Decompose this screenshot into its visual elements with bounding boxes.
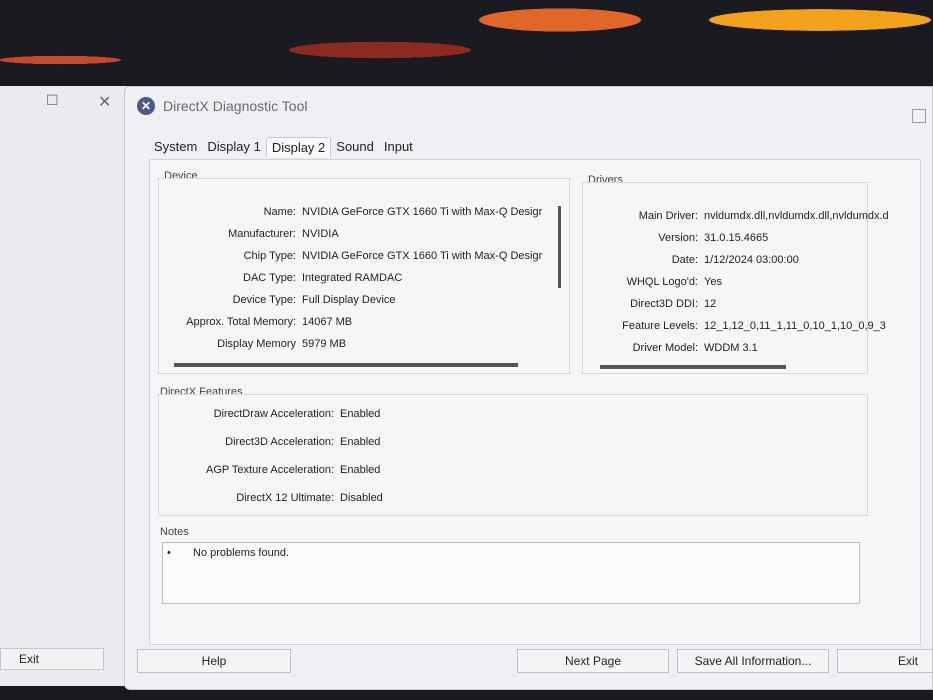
feature-row-directdraw: DirectDraw Acceleration: Enabled	[213, 408, 381, 420]
tab-input[interactable]: Input	[379, 137, 418, 157]
directx-x-icon: ✕	[137, 97, 155, 115]
feature-row-direct3d: Direct3D Acceleration: Enabled	[225, 436, 381, 448]
device-vertical-scrollbar[interactable]	[558, 206, 561, 288]
drivers-horizontal-scrollbar[interactable]	[600, 365, 786, 369]
device-horizontal-scrollbar[interactable]	[174, 363, 518, 367]
tab-display-2[interactable]: Display 2	[265, 137, 332, 157]
driver-row-whql: WHQL Logo'd: Yes	[626, 276, 722, 288]
driver-row-feature-levels: Feature Levels: 12_1,12_0,11_1,11_0,10_1…	[622, 320, 886, 332]
desktop-wallpaper	[0, 0, 933, 100]
device-row-total-memory: Approx. Total Memory: 14067 MB	[186, 316, 353, 328]
directdraw-value: Enabled	[340, 408, 381, 420]
device-row-chip-type: Chip Type: NVIDIA GeForce GTX 1660 Ti wi…	[243, 250, 543, 262]
display-memory-value: 5979 MB	[302, 338, 347, 350]
notes-group-label: Notes	[160, 526, 189, 538]
date-value: 1/12/2024 03:00:00	[704, 254, 799, 266]
driver-row-date: Date: 1/12/2024 03:00:00	[671, 254, 799, 266]
device-name-value: NVIDIA GeForce GTX 1660 Ti with Max-Q De…	[302, 206, 543, 218]
save-all-information-button[interactable]: Save All Information...	[677, 649, 829, 673]
manufacturer-value: NVIDIA	[302, 228, 339, 240]
window-control-icon[interactable]	[912, 109, 926, 123]
window-title: DirectX Diagnostic Tool	[163, 98, 308, 114]
chip-type-value: NVIDIA GeForce GTX 1660 Ti with Max-Q De…	[302, 250, 543, 262]
notes-item-text: No problems found.	[193, 547, 289, 559]
next-page-button[interactable]: Next Page	[517, 649, 669, 673]
driver-model-value: WDDM 3.1	[704, 342, 758, 354]
tab-display-1[interactable]: Display 1	[202, 137, 265, 157]
ddi-value: 12	[704, 298, 717, 310]
direct3d-value: Enabled	[340, 436, 381, 448]
feature-row-dx12-ultimate: DirectX 12 Ultimate: Disabled	[236, 492, 383, 504]
help-button[interactable]: Help	[137, 649, 291, 673]
device-row-display-memory: Display Memory 5979 MB	[217, 338, 347, 350]
device-type-value: Full Display Device	[302, 294, 396, 306]
title-bar: ✕ DirectX Diagnostic Tool	[137, 95, 307, 117]
bullet-icon: •	[167, 547, 171, 559]
device-row-device-type: Device Type: Full Display Device	[232, 294, 396, 306]
tab-system[interactable]: System	[149, 137, 202, 157]
main-driver-value: nvldumdx.dll,nvldumdx.dll,nvldumdx.d	[704, 210, 889, 222]
device-row-name: Name: NVIDIA GeForce GTX 1660 Ti with Ma…	[263, 206, 543, 218]
feature-levels-value: 12_1,12_0,11_1,11_0,10_1,10_0,9_3	[704, 320, 886, 332]
background-window: ☐ ✕ Exit	[0, 86, 133, 686]
background-exit-button[interactable]: Exit	[0, 648, 104, 670]
version-value: 31.0.15.4665	[704, 232, 769, 244]
dx12-ultimate-value: Disabled	[340, 492, 383, 504]
tab-sound[interactable]: Sound	[331, 137, 379, 157]
agp-value: Enabled	[340, 464, 381, 476]
notes-item: • No problems found.	[167, 547, 289, 559]
driver-row-ddi: Direct3D DDI: 12	[630, 298, 717, 310]
notes-box[interactable]: • No problems found.	[162, 542, 860, 604]
tab-content-pane: Device Name: NVIDIA GeForce GTX 1660 Ti …	[149, 159, 921, 645]
whql-value: Yes	[704, 276, 722, 288]
close-icon[interactable]: ✕	[98, 92, 111, 112]
driver-row-main-driver: Main Driver: nvldumdx.dll,nvldumdx.dll,n…	[638, 210, 889, 222]
device-row-dac-type: DAC Type: Integrated RAMDAC	[243, 272, 403, 284]
driver-row-version: Version: 31.0.15.4665	[658, 232, 769, 244]
restore-icon[interactable]: ☐	[46, 92, 59, 109]
directx-diagnostic-dialog: ✕ DirectX Diagnostic Tool System Display…	[124, 86, 933, 690]
tab-bar: System Display 1 Display 2 Sound Input	[149, 137, 418, 157]
feature-row-agp: AGP Texture Acceleration: Enabled	[206, 464, 381, 476]
dac-type-value: Integrated RAMDAC	[302, 272, 403, 284]
exit-button[interactable]: Exit	[837, 649, 933, 673]
total-memory-value: 14067 MB	[302, 316, 353, 328]
device-row-manufacturer: Manufacturer: NVIDIA	[228, 228, 339, 240]
driver-row-driver-model: Driver Model: WDDM 3.1	[632, 342, 758, 354]
